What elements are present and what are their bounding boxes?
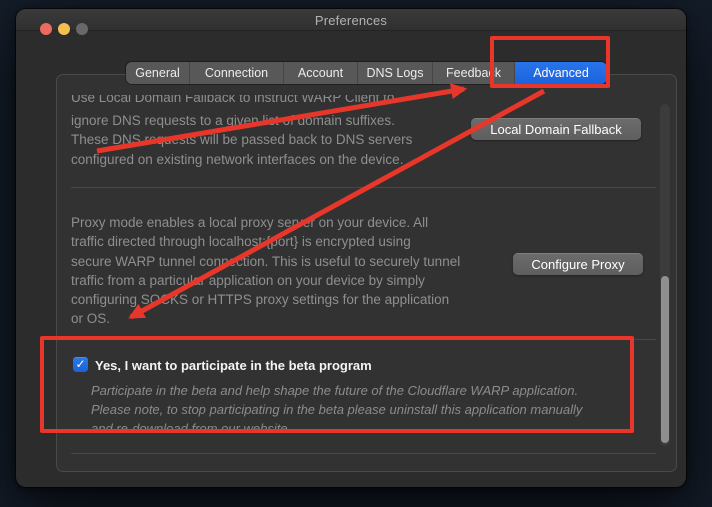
- fallback-description-clipped-line: Use Local Domain Fallback to instruct WA…: [71, 95, 501, 108]
- tab-advanced-label: Advanced: [533, 66, 589, 80]
- beta-program-checkbox-label[interactable]: Yes, I want to participate in the beta p…: [95, 358, 372, 373]
- tab-connection[interactable]: Connection: [190, 62, 284, 84]
- proxy-description: Proxy mode enables a local proxy server …: [71, 213, 521, 329]
- tab-feedback-label: Feedback: [446, 66, 501, 80]
- tab-account-label: Account: [298, 66, 343, 80]
- section-divider-2: [71, 339, 656, 340]
- tab-general[interactable]: General: [126, 62, 190, 84]
- configure-proxy-button[interactable]: Configure Proxy: [513, 253, 643, 275]
- section-divider-1: [71, 187, 656, 188]
- tab-account[interactable]: Account: [284, 62, 358, 84]
- beta-program-checkbox[interactable]: ✓: [73, 357, 88, 372]
- scrollbar-thumb[interactable]: [661, 276, 669, 443]
- tab-connection-label: Connection: [205, 66, 268, 80]
- tab-feedback[interactable]: Feedback: [433, 62, 515, 84]
- preferences-window: Preferences General Connection Account D…: [16, 9, 686, 487]
- window-title: Preferences: [16, 13, 686, 28]
- tab-general-label: General: [135, 66, 179, 80]
- titlebar[interactable]: Preferences: [16, 9, 686, 31]
- local-domain-fallback-button[interactable]: Local Domain Fallback: [471, 118, 641, 140]
- tab-bar: General Connection Account DNS Logs Feed…: [126, 62, 607, 84]
- checkmark-icon: ✓: [75, 358, 85, 370]
- tab-dns-logs-label: DNS Logs: [367, 66, 424, 80]
- fallback-description: ignore DNS requests to a given list of d…: [71, 111, 501, 169]
- desktop-background: Preferences General Connection Account D…: [0, 0, 712, 507]
- section-divider-3: [71, 453, 656, 454]
- fallback-clipped-text: Use Local Domain Fallback to instruct WA…: [71, 95, 501, 107]
- tab-dns-logs[interactable]: DNS Logs: [358, 62, 433, 84]
- beta-program-description: Participate in the beta and help shape t…: [91, 381, 656, 438]
- tab-advanced[interactable]: Advanced: [515, 62, 607, 84]
